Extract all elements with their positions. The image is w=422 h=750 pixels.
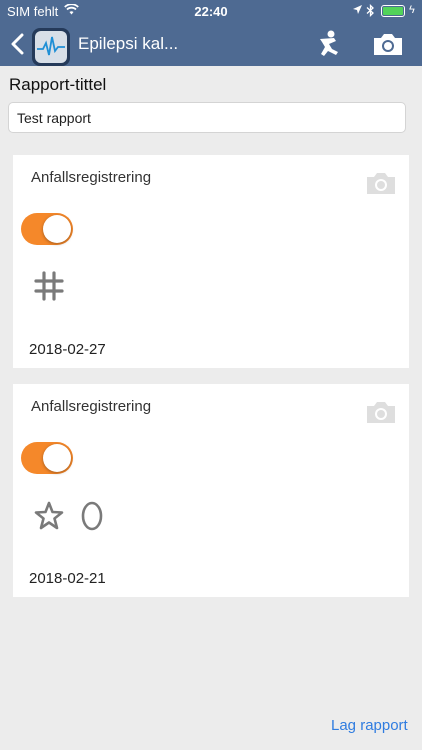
hash-icon <box>34 271 64 301</box>
bluetooth-icon <box>366 4 374 17</box>
seizure-toggle[interactable] <box>21 213 73 245</box>
star-icon <box>34 501 64 530</box>
person-icon[interactable] <box>314 30 342 58</box>
seizure-card[interactable]: Anfallsregistrering 2018-02-21 <box>13 384 409 597</box>
battery-icon <box>381 5 405 17</box>
create-report-link[interactable]: Lag rapport <box>331 717 408 734</box>
camera-icon[interactable] <box>372 31 404 57</box>
zero-icon <box>81 501 103 531</box>
status-bar: SIM fehlt 22:40 ϟ <box>0 0 422 22</box>
camera-icon[interactable] <box>366 171 396 195</box>
chevron-left-icon <box>11 33 24 55</box>
card-title: Anfallsregistrering <box>31 169 152 186</box>
camera-icon[interactable] <box>366 400 396 424</box>
report-title-input[interactable] <box>8 102 406 133</box>
navigation-bar: Epilepsi kal... <box>0 22 422 66</box>
seizure-card[interactable]: Anfallsregistrering 2018-02-27 <box>13 155 409 368</box>
card-title: Anfallsregistrering <box>31 398 152 415</box>
location-arrow-icon <box>353 5 362 14</box>
card-date: 2018-02-21 <box>29 570 106 587</box>
back-button[interactable] <box>8 28 74 66</box>
charging-icon: ϟ <box>409 4 415 16</box>
seizure-toggle[interactable] <box>21 442 73 474</box>
app-icon <box>32 28 70 66</box>
nav-title: Epilepsi kal... <box>78 34 179 53</box>
card-date: 2018-02-27 <box>29 341 106 358</box>
report-title-label: Rapport-tittel <box>9 75 107 94</box>
